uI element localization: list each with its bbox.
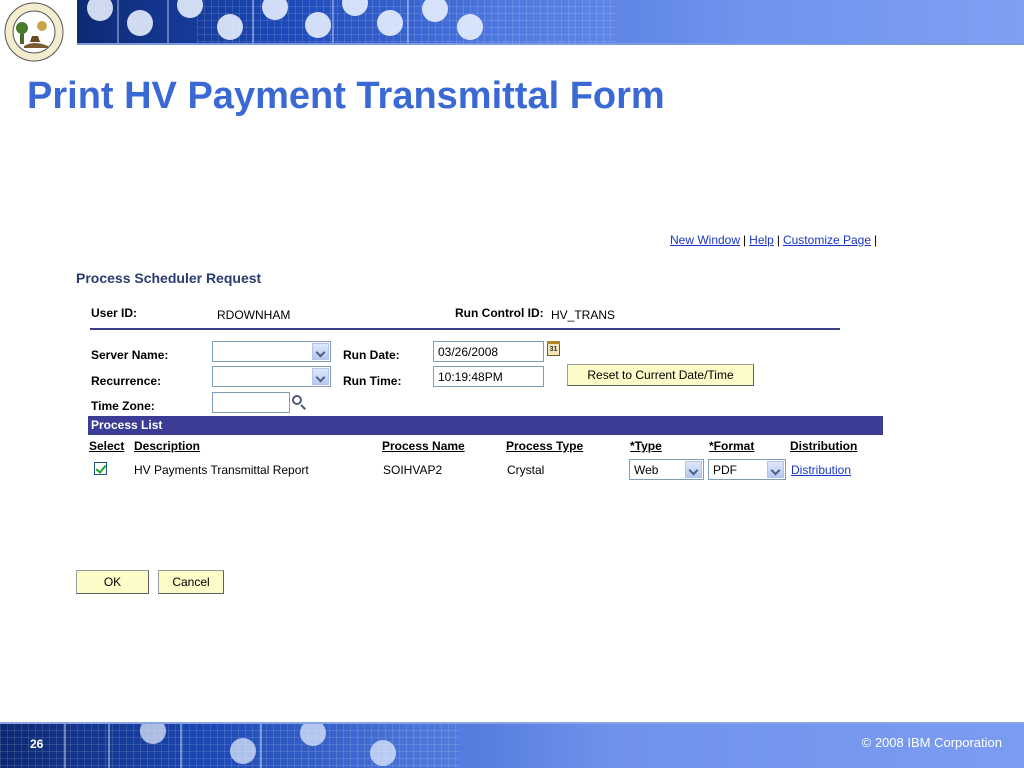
form-heading: Process Scheduler Request <box>76 270 262 286</box>
chevron-down-icon[interactable] <box>312 368 329 385</box>
calendar-icon[interactable]: 31 <box>547 341 560 356</box>
user-id-label: User ID: <box>91 306 138 320</box>
top-banner <box>0 0 1024 46</box>
reset-date-time-button[interactable]: Reset to Current Date/Time <box>567 364 754 386</box>
process-list-header: Process List <box>88 416 883 435</box>
slide-title: Print HV Payment Transmittal Form <box>27 75 665 117</box>
banner-decoration <box>77 0 1024 43</box>
help-link[interactable]: Help <box>749 233 774 247</box>
customize-page-link[interactable]: Customize Page <box>783 233 871 247</box>
chevron-down-icon[interactable] <box>767 461 784 478</box>
run-control-value: HV_TRANS <box>551 308 616 322</box>
chevron-down-icon[interactable] <box>685 461 702 478</box>
time-zone-input[interactable] <box>212 392 290 413</box>
ok-button[interactable]: OK <box>76 570 149 594</box>
new-window-link[interactable]: New Window <box>670 233 740 247</box>
run-time-label: Run Time: <box>343 374 402 388</box>
column-header-type: *Type <box>630 439 662 453</box>
type-select[interactable]: Web <box>629 459 704 480</box>
cancel-button[interactable]: Cancel <box>158 570 224 594</box>
row-process-name: SOIHVAP2 <box>383 463 443 477</box>
server-name-label: Server Name: <box>91 348 169 362</box>
copyright-text: © 2008 IBM Corporation <box>861 735 1002 750</box>
link-separator: | <box>874 233 878 247</box>
column-header-description: Description <box>134 439 201 453</box>
row-process-type: Crystal <box>507 463 545 477</box>
process-list-title: Process List <box>91 418 163 432</box>
page-number: 26 <box>30 737 44 751</box>
link-separator: | <box>743 233 747 247</box>
link-separator: | <box>776 233 780 247</box>
column-header-distribution: Distribution <box>790 439 858 453</box>
state-seal-icon <box>4 2 64 62</box>
run-time-input[interactable]: 10:19:48PM <box>433 366 544 387</box>
run-control-label: Run Control ID: <box>455 306 544 320</box>
distribution-link[interactable]: Distribution <box>791 463 851 477</box>
page-links: New Window | Help | Customize Page | <box>670 233 880 247</box>
recurrence-label: Recurrence: <box>91 374 162 388</box>
server-name-select[interactable] <box>212 341 331 362</box>
type-value: Web <box>634 463 659 477</box>
row-description: HV Payments Transmittal Report <box>134 463 309 477</box>
search-icon[interactable] <box>292 395 306 410</box>
select-checkbox[interactable] <box>94 462 107 475</box>
user-id-value: RDOWNHAM <box>217 308 291 322</box>
chevron-down-icon[interactable] <box>312 343 329 360</box>
column-header-format: *Format <box>709 439 755 453</box>
column-header-process-name: Process Name <box>382 439 465 453</box>
format-select[interactable]: PDF <box>708 459 786 480</box>
column-header-select: Select <box>89 439 125 453</box>
recurrence-select[interactable] <box>212 366 331 387</box>
time-zone-label: Time Zone: <box>91 399 155 413</box>
divider <box>90 328 840 330</box>
column-header-process-type: Process Type <box>506 439 584 453</box>
run-date-input[interactable]: 03/26/2008 <box>433 341 544 362</box>
run-date-label: Run Date: <box>343 348 400 362</box>
format-value: PDF <box>713 463 737 477</box>
